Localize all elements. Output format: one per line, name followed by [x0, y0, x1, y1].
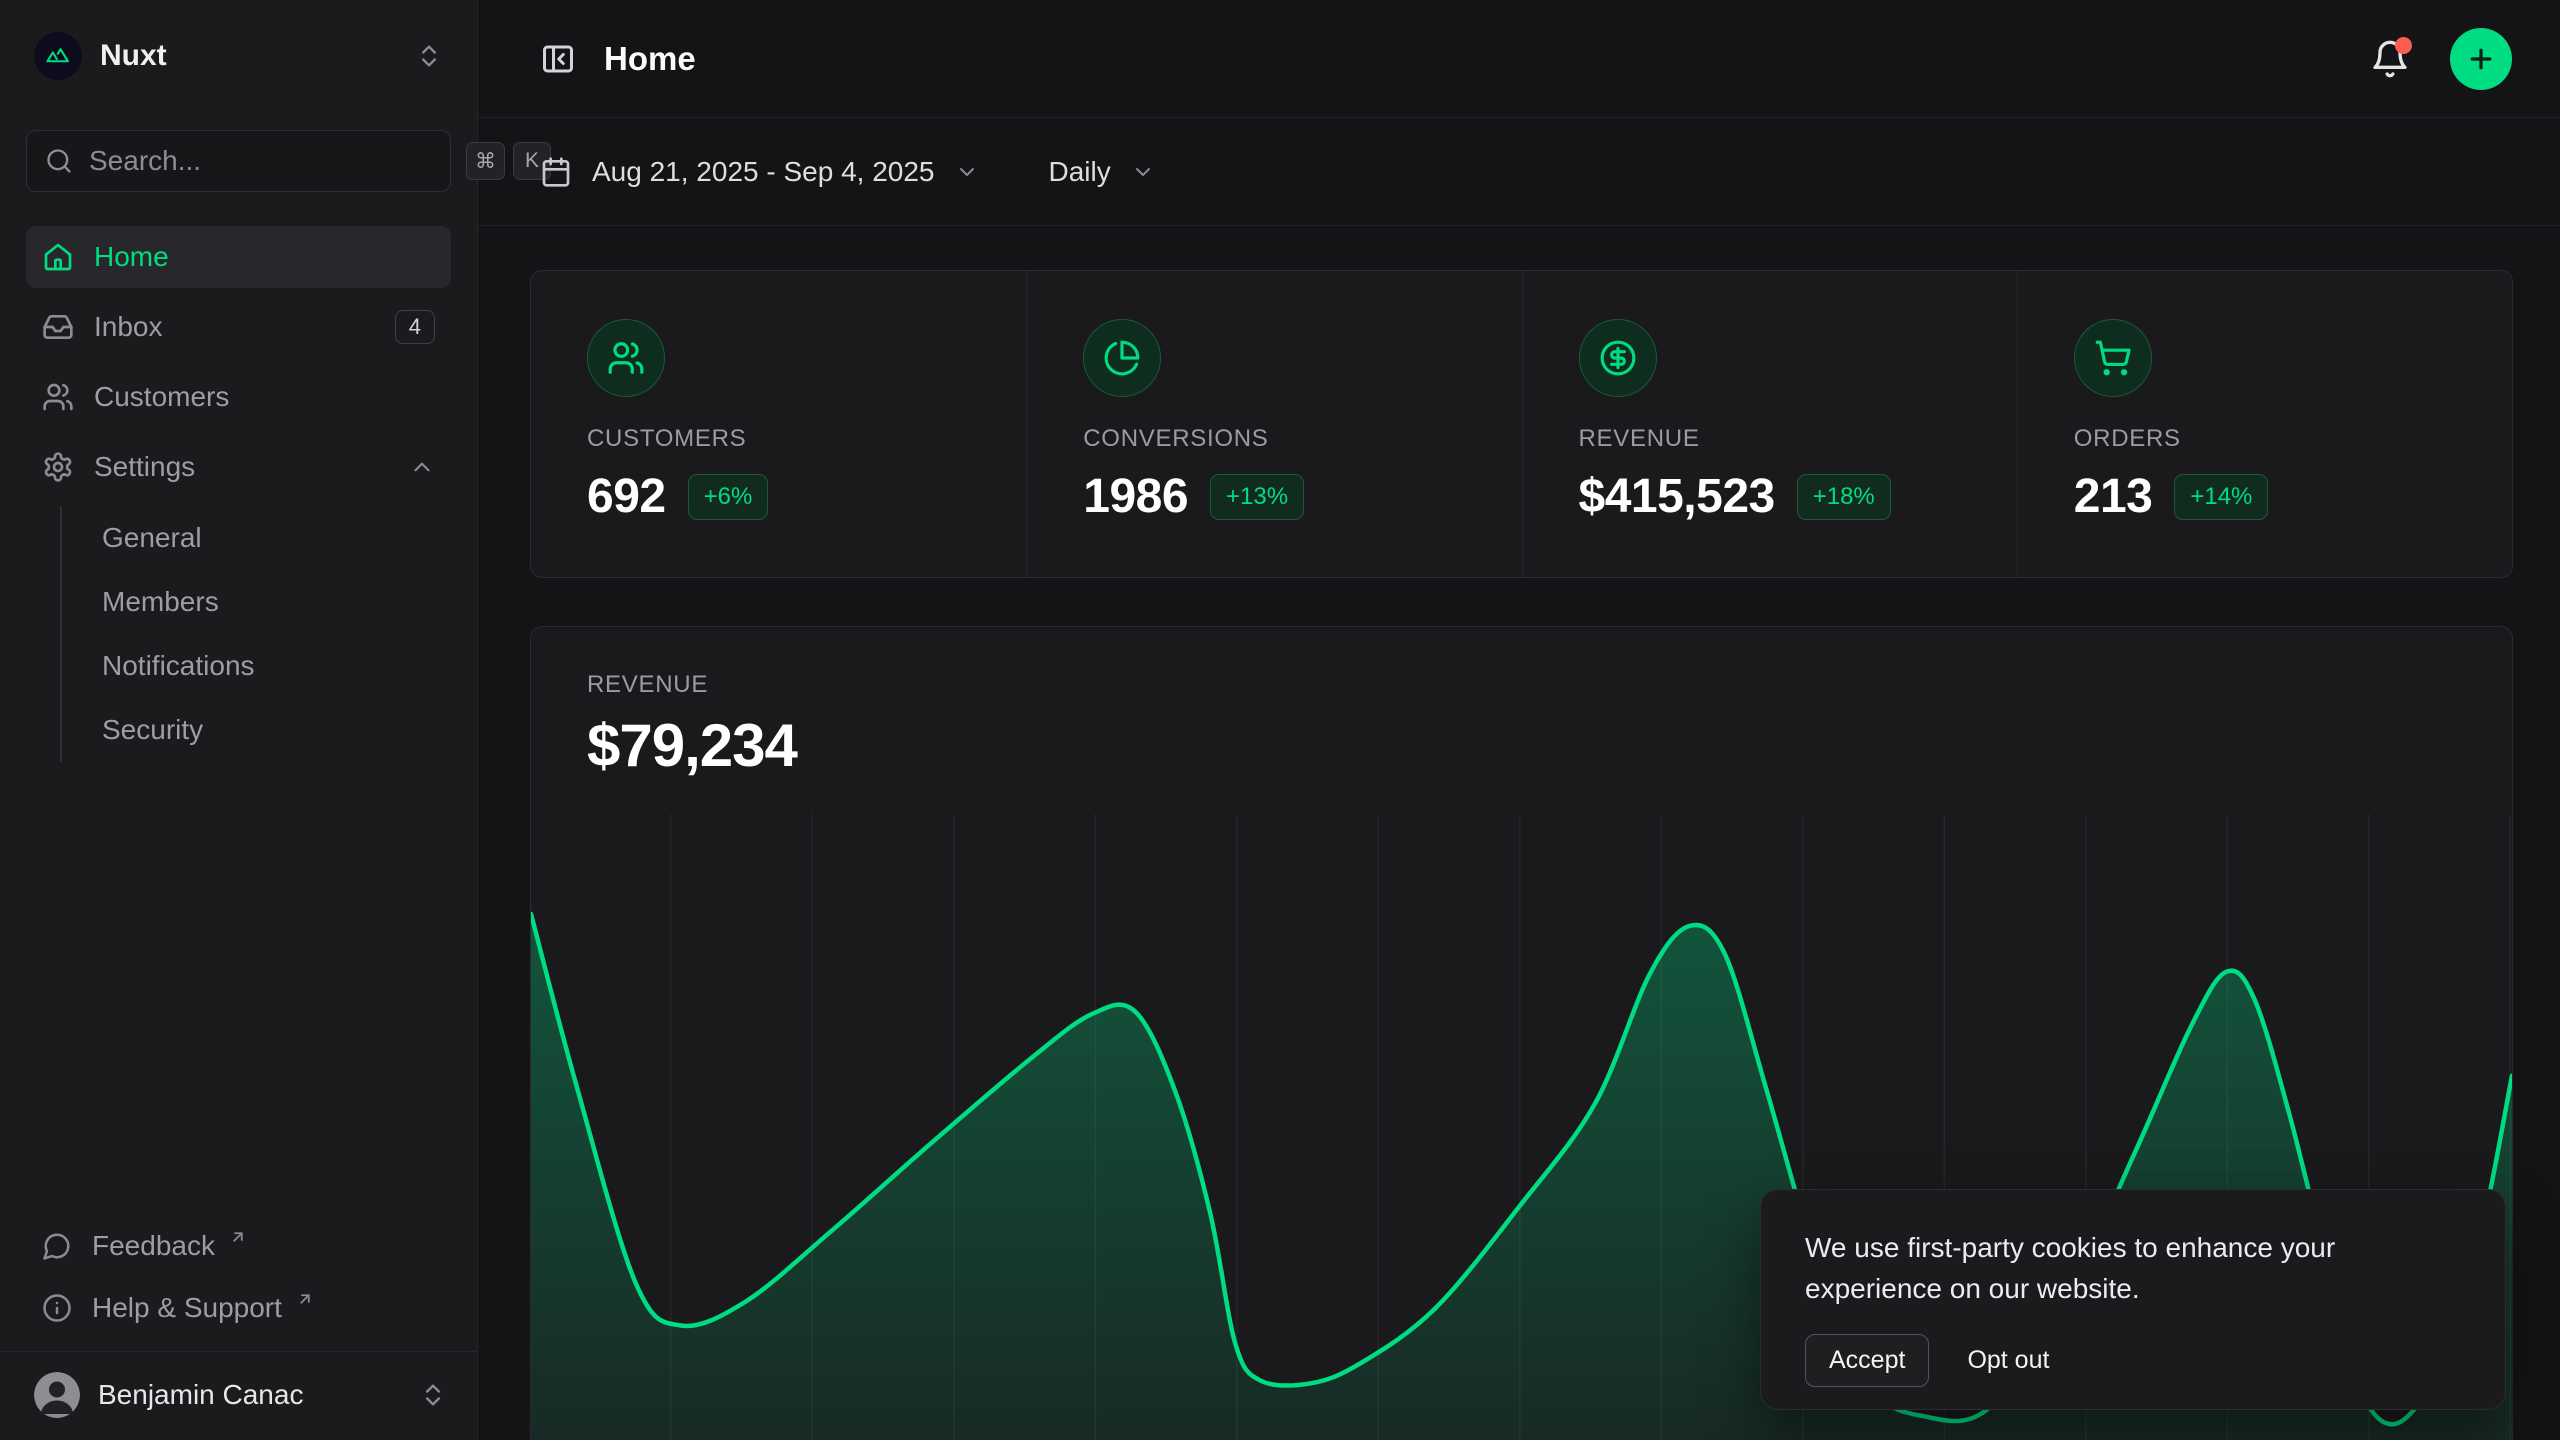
chart-title: REVENUE [587, 671, 2512, 699]
cookie-message: We use first-party cookies to enhance yo… [1805, 1228, 2405, 1310]
cookie-actions: Accept Opt out [1805, 1334, 2461, 1387]
page-header: Home [478, 0, 2560, 118]
message-circle-icon [42, 1231, 72, 1261]
header-actions [2370, 28, 2512, 90]
chevron-down-icon [1131, 160, 1155, 184]
nuxt-logo-icon [34, 32, 82, 80]
settings-subnav: General Members Notifications Security [60, 506, 451, 762]
stat-delta-badge: +18% [1797, 474, 1891, 520]
sidebar-item-home[interactable]: Home [26, 226, 451, 288]
avatar [34, 1372, 80, 1418]
inbox-count-badge: 4 [395, 310, 435, 344]
sidebar-subitem-general[interactable]: General [62, 506, 451, 570]
sidebar-item-label: Customers [94, 381, 229, 413]
stats-row: CUSTOMERS 692 +6% CONVERSIONS 1986 +13% [530, 270, 2513, 578]
period-value: Daily [1049, 156, 1111, 188]
sidebar-subitem-members[interactable]: Members [62, 570, 451, 634]
sidebar-nav: Home Inbox 4 Customers Settings Ge [26, 226, 451, 762]
stat-delta-badge: +14% [2174, 474, 2268, 520]
chart-total-value: $79,234 [587, 711, 2512, 780]
accept-button[interactable]: Accept [1805, 1334, 1929, 1387]
stat-card-conversions: CONVERSIONS 1986 +13% [1026, 271, 1521, 577]
chart-pie-icon [1083, 319, 1161, 397]
period-select[interactable]: Daily [1049, 156, 1155, 188]
stat-label: REVENUE [1579, 425, 2017, 453]
chevron-up-icon [409, 454, 435, 480]
sidebar-item-settings[interactable]: Settings [26, 436, 451, 498]
notification-dot [2395, 37, 2412, 54]
plus-icon [2466, 44, 2496, 74]
sidebar: Nuxt ⌘ K Home Inbox 4 [0, 0, 478, 1440]
user-name: Benjamin Canac [98, 1379, 303, 1411]
add-button[interactable] [2450, 28, 2512, 90]
users-icon [587, 319, 665, 397]
inbox-icon [42, 311, 74, 343]
revenue-chart-header: REVENUE $79,234 [531, 627, 2512, 780]
stat-value: 213 [2074, 469, 2153, 524]
stat-card-orders: ORDERS 213 +14% [2017, 271, 2512, 577]
chevrons-up-down-icon [415, 42, 443, 70]
sidebar-item-customers[interactable]: Customers [26, 366, 451, 428]
chevrons-up-down-icon [419, 1381, 447, 1409]
stat-value: 1986 [1083, 469, 1188, 524]
sidebar-subitem-notifications[interactable]: Notifications [62, 634, 451, 698]
sidebar-item-label: Feedback [92, 1230, 215, 1262]
sidebar-item-help-support[interactable]: Help & Support [26, 1279, 451, 1337]
chevron-down-icon [955, 160, 979, 184]
calendar-icon [540, 156, 572, 188]
stat-label: CONVERSIONS [1083, 425, 1521, 453]
team-switcher[interactable]: Nuxt [26, 26, 451, 86]
date-range-picker[interactable]: Aug 21, 2025 - Sep 4, 2025 [540, 156, 979, 188]
gear-icon [42, 451, 74, 483]
circle-dollar-icon [1579, 319, 1657, 397]
sidebar-subitem-security[interactable]: Security [62, 698, 451, 762]
external-link-icon [229, 1228, 247, 1246]
date-range-value: Aug 21, 2025 - Sep 4, 2025 [592, 156, 935, 188]
shopping-cart-icon [2074, 319, 2152, 397]
sidebar-item-feedback[interactable]: Feedback [26, 1217, 451, 1275]
sidebar-item-inbox[interactable]: Inbox 4 [26, 296, 451, 358]
sidebar-footer: Feedback Help & Support [26, 1217, 451, 1351]
stat-label: ORDERS [2074, 425, 2512, 453]
info-circle-icon [42, 1293, 72, 1323]
notifications-button[interactable] [2370, 39, 2410, 79]
users-icon [42, 381, 74, 413]
external-link-icon [296, 1290, 314, 1308]
search-input[interactable] [89, 145, 450, 177]
cookie-banner: We use first-party cookies to enhance yo… [1760, 1189, 2506, 1410]
stat-card-revenue: REVENUE $415,523 +18% [1522, 271, 2017, 577]
sidebar-item-label: Settings [94, 451, 195, 483]
home-icon [42, 241, 74, 273]
opt-out-button[interactable]: Opt out [1967, 1346, 2049, 1375]
search-box[interactable]: ⌘ K [26, 130, 451, 192]
sidebar-item-label: Help & Support [92, 1292, 282, 1324]
sidebar-item-label: Inbox [94, 311, 163, 343]
sidebar-item-label: Home [94, 241, 169, 273]
search-icon [45, 147, 73, 175]
stat-delta-badge: +13% [1210, 474, 1304, 520]
stat-card-customers: CUSTOMERS 692 +6% [531, 271, 1026, 577]
filters-toolbar: Aug 21, 2025 - Sep 4, 2025 Daily [478, 118, 2560, 226]
user-menu[interactable]: Benjamin Canac [0, 1351, 477, 1440]
stat-delta-badge: +6% [688, 474, 769, 520]
team-name: Nuxt [100, 39, 167, 73]
sidebar-collapse-button[interactable] [540, 41, 576, 77]
page-title: Home [604, 40, 696, 78]
stat-label: CUSTOMERS [587, 425, 1026, 453]
stat-value: $415,523 [1579, 469, 1775, 524]
stat-value: 692 [587, 469, 666, 524]
